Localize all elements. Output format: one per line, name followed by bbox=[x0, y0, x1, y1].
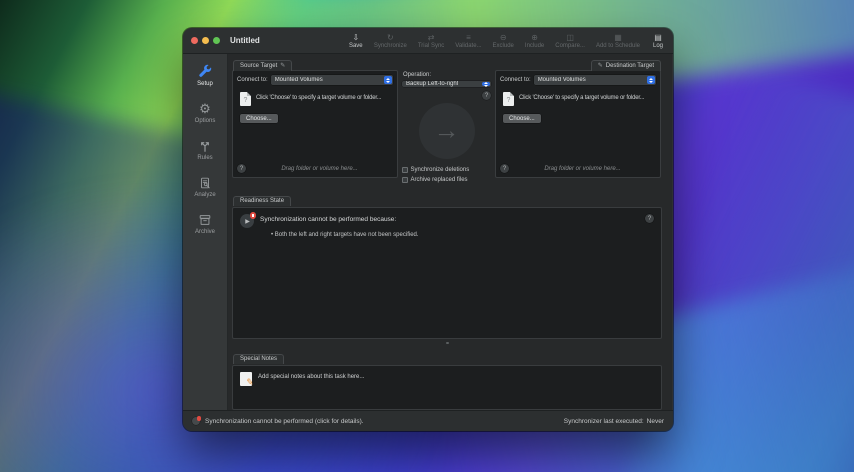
include-icon: ⊕ bbox=[531, 34, 538, 42]
edit-pencil-icon: ✎ bbox=[280, 62, 285, 69]
log-icon: ▤ bbox=[654, 34, 662, 42]
setup-panels: Connect to: Mounted Volumes ? Click 'Cho… bbox=[232, 70, 662, 183]
source-target-panel: Connect to: Mounted Volumes ? Click 'Cho… bbox=[232, 70, 398, 178]
compare-icon: ◫ bbox=[566, 34, 574, 42]
gear-icon: ⚙ bbox=[199, 100, 211, 117]
pencil-icon: ✎ bbox=[246, 377, 255, 387]
sync-direction-indicator: → bbox=[419, 103, 475, 159]
traffic-lights bbox=[191, 37, 220, 44]
right-arrow-icon: → bbox=[434, 117, 460, 143]
zoom-button[interactable] bbox=[213, 37, 220, 44]
toolbar-button-synchronize: ↻ Synchronize bbox=[374, 34, 407, 49]
source-choose-button[interactable]: Choose... bbox=[240, 114, 278, 123]
unknown-document-icon: ? bbox=[503, 92, 514, 106]
toolbar-button-include: ⊕ Include bbox=[525, 34, 544, 49]
analyze-icon bbox=[198, 174, 212, 191]
sync-blocked-icon: ▶ bbox=[240, 214, 254, 228]
readiness-help-button[interactable]: ? bbox=[645, 214, 654, 223]
desktop-background: Untitled ⇩ Save ↻ Synchronize ⇄ Trial Sy… bbox=[0, 0, 854, 472]
destination-help-button[interactable]: ? bbox=[500, 164, 509, 173]
destination-connect-label: Connect to: bbox=[500, 77, 531, 83]
tab-destination-target[interactable]: ✎ Destination Target bbox=[591, 60, 661, 71]
archive-replaced-files-option[interactable]: Archive replaced files bbox=[402, 177, 491, 183]
toolbar-button-validate: ≡ Validate... bbox=[455, 34, 481, 49]
toolbar-button-compare: ◫ Compare... bbox=[555, 34, 585, 49]
source-connect-label: Connect to: bbox=[237, 77, 268, 83]
save-icon: ⇩ bbox=[352, 34, 359, 42]
wrench-icon bbox=[197, 63, 213, 80]
toolbar-button-log[interactable]: ▤ Log bbox=[651, 34, 665, 49]
tab-readiness-state[interactable]: Readiness State bbox=[233, 196, 291, 206]
operation-dropdown[interactable]: Backup Left-to-right bbox=[402, 81, 491, 87]
destination-target-panel: Connect to: Mounted Volumes ? Click 'Cho… bbox=[495, 70, 661, 178]
add-to-schedule-icon: ▦ bbox=[614, 34, 622, 42]
splitter-handle-icon bbox=[446, 342, 449, 344]
validate-icon: ≡ bbox=[466, 34, 471, 42]
operation-panel: Operation: Backup Left-to-right ? → bbox=[398, 70, 495, 183]
sidebar-item-options[interactable]: ⚙ Options bbox=[183, 100, 227, 124]
archive-box-icon bbox=[198, 211, 212, 228]
branch-icon bbox=[198, 137, 212, 154]
dropdown-stepper-icon bbox=[384, 76, 392, 84]
readiness-reason: • Both the left and right targets have n… bbox=[260, 232, 419, 238]
operation-label: Operation: bbox=[403, 72, 491, 78]
toolbar-button-trial-sync: ⇄ Trial Sync bbox=[418, 34, 444, 49]
status-message[interactable]: Synchronization cannot be performed (cli… bbox=[205, 418, 364, 425]
dropdown-stepper-icon bbox=[647, 76, 655, 84]
source-help-button[interactable]: ? bbox=[237, 164, 246, 173]
source-drag-hint: Drag folder or volume here... bbox=[246, 166, 393, 172]
window-title: Untitled bbox=[230, 36, 260, 45]
main-area: Setup ⚙ Options Rules Analyze bbox=[183, 54, 673, 410]
last-executed: Synchronizer last executed: Never bbox=[564, 418, 664, 425]
synchronize-icon: ↻ bbox=[387, 34, 394, 42]
titlebar: Untitled ⇩ Save ↻ Synchronize ⇄ Trial Sy… bbox=[183, 28, 673, 54]
edit-pencil-icon: ✎ bbox=[598, 62, 603, 69]
archive-replaced-files-checkbox[interactable] bbox=[402, 177, 408, 183]
special-notes-panel[interactable]: ✎ Add special notes about this task here… bbox=[232, 365, 662, 410]
notes-placeholder: Add special notes about this task here..… bbox=[258, 372, 364, 403]
exclude-icon: ⊖ bbox=[500, 34, 507, 42]
content-area: Source Target ✎ ✎ Destination Target Con… bbox=[228, 54, 673, 410]
synchronize-deletions-option[interactable]: Synchronize deletions bbox=[402, 167, 491, 173]
dropdown-stepper-icon bbox=[482, 82, 490, 86]
app-window: Untitled ⇩ Save ↻ Synchronize ⇄ Trial Sy… bbox=[183, 28, 673, 431]
close-button[interactable] bbox=[191, 37, 198, 44]
destination-hint-text: Click 'Choose' to specify a target volum… bbox=[519, 92, 644, 106]
tab-special-notes[interactable]: Special Notes bbox=[233, 354, 284, 364]
toolbar-button-save[interactable]: ⇩ Save bbox=[349, 34, 363, 49]
status-bar: .sb-status-icon::after{background:#e14a4… bbox=[183, 410, 673, 431]
sidebar-item-setup[interactable]: Setup bbox=[183, 63, 227, 87]
operation-help-button[interactable]: ? bbox=[482, 91, 491, 100]
minimize-button[interactable] bbox=[202, 37, 209, 44]
sidebar-item-analyze[interactable]: Analyze bbox=[183, 174, 227, 198]
sidebar-item-archive[interactable]: Archive bbox=[183, 211, 227, 235]
status-error-icon: .sb-status-icon::after{background:#e14a4… bbox=[192, 417, 200, 425]
trial-sync-icon: ⇄ bbox=[428, 34, 435, 42]
toolbar-button-add-to-schedule: ▦ Add to Schedule bbox=[596, 34, 640, 49]
unknown-document-icon: ? bbox=[240, 92, 251, 106]
setup-tabs-row: Source Target ✎ ✎ Destination Target bbox=[232, 60, 662, 70]
toolbar-button-exclude: ⊖ Exclude bbox=[493, 34, 514, 49]
source-connect-dropdown[interactable]: Mounted Volumes bbox=[271, 75, 393, 85]
tab-source-target[interactable]: Source Target ✎ bbox=[233, 60, 292, 71]
error-badge-icon bbox=[250, 212, 257, 219]
sidebar-item-rules[interactable]: Rules bbox=[183, 137, 227, 161]
source-hint-text: Click 'Choose' to specify a target volum… bbox=[256, 92, 381, 106]
destination-connect-dropdown[interactable]: Mounted Volumes bbox=[534, 75, 656, 85]
sidebar: Setup ⚙ Options Rules Analyze bbox=[183, 54, 228, 410]
readiness-message: Synchronization cannot be performed beca… bbox=[260, 216, 419, 223]
toolbar: ⇩ Save ↻ Synchronize ⇄ Trial Sync ≡ Vali… bbox=[349, 32, 665, 49]
panel-splitter[interactable] bbox=[232, 339, 662, 346]
destination-choose-button[interactable]: Choose... bbox=[503, 114, 541, 123]
destination-drag-hint: Drag folder or volume here... bbox=[509, 166, 656, 172]
synchronize-deletions-checkbox[interactable] bbox=[402, 167, 408, 173]
notes-icon: ✎ bbox=[240, 372, 252, 386]
readiness-state-panel: ▶ Synchronization cannot be performed be… bbox=[232, 207, 662, 339]
